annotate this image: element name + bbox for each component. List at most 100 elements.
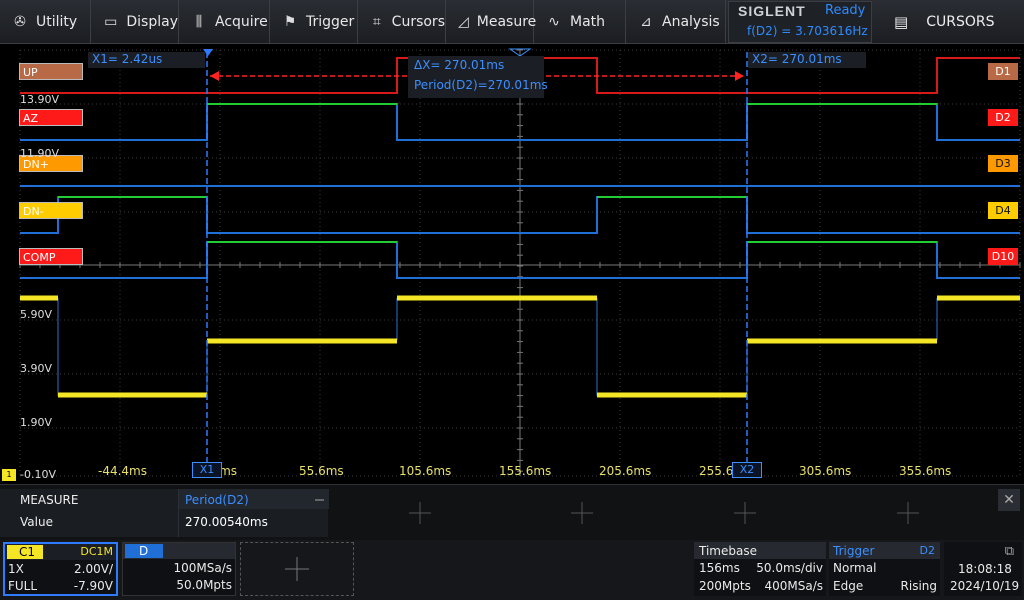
trigger-box[interactable]: Trigger D2 Normal Edge Rising	[829, 542, 940, 596]
c1-coupling: DC1M	[80, 545, 113, 558]
channel-label-dnminus[interactable]: DN-	[19, 202, 83, 219]
timebase-sample-rate: 400MSa/s	[764, 579, 823, 593]
timebase-box[interactable]: Timebase 156ms 50.0ms/div 200Mpts 400MSa…	[694, 542, 826, 596]
cursors-label: Cursors	[391, 14, 445, 30]
measure-header-box: MEASURE Value	[0, 489, 178, 537]
c1-probe: 1X	[8, 562, 24, 576]
trigger-source: D2	[919, 544, 935, 557]
channel-tag-d10[interactable]: D10	[988, 248, 1018, 265]
time-tick-5: 205.6ms	[599, 464, 652, 478]
period-readout: Period(D2)=270.01ms	[414, 78, 548, 92]
analysis-label: Analysis	[662, 14, 720, 30]
digital-rate: 100MSa/s	[173, 561, 232, 575]
c1-ground-marker-icon[interactable]: 1	[2, 469, 16, 481]
measure-header: MEASURE	[20, 493, 79, 507]
channel-tag-d4[interactable]: D4	[988, 202, 1018, 219]
measure-icon: ◿	[458, 14, 469, 30]
c1-channel-box[interactable]: C1 DC1M 1X 2.00V/ FULL -7.90V	[3, 542, 118, 596]
measure-item-period[interactable]: Period(D2) 270.00540ms	[178, 489, 329, 537]
measure-empty-slots[interactable]	[330, 489, 1020, 537]
acquire-icon: ⫼	[195, 14, 203, 30]
c1-bandwidth: FULL	[8, 579, 38, 593]
volt-label-5-90: 5.90V	[20, 308, 53, 321]
x1-axis-marker[interactable]: X1	[192, 462, 222, 478]
time-tick-4: 155.6ms	[499, 464, 552, 478]
delta-x-readout: ΔX= 270.01ms	[414, 58, 505, 72]
c1-name: C1	[7, 545, 43, 559]
time-tick-0: -44.4ms	[98, 464, 147, 478]
measure-item-title: Period(D2)	[185, 493, 249, 507]
acquire-label: Acquire	[215, 14, 268, 30]
status-bar: C1 DC1M 1X 2.00V/ FULL -7.90V D 100MSa/s…	[0, 540, 1024, 600]
channel-tag-d3[interactable]: D3	[988, 155, 1018, 172]
acquire-menu[interactable]: ⫼ Acquire	[179, 0, 270, 44]
cursors-panel-button[interactable]: ▤ CURSORS	[880, 0, 1024, 44]
volt-label-1-90: 1.90V	[20, 416, 53, 429]
measure-item-value: 270.00540ms	[185, 515, 268, 529]
x2-axis-marker[interactable]: X2	[732, 462, 762, 478]
trigger-mode: Normal	[833, 561, 877, 575]
crosshair-icon: ⌗	[372, 14, 381, 30]
trigger-slope: Rising	[900, 579, 937, 593]
volt-label-13-90: 13.90V	[20, 93, 60, 106]
cursors-menu[interactable]: ⌗ Cursors	[358, 0, 446, 44]
cursors-panel-label: CURSORS	[926, 14, 995, 30]
math-menu[interactable]: ∿ Math	[534, 0, 626, 44]
measure-menu[interactable]: ◿ Measure	[446, 0, 537, 44]
menu-bar: ✇ Utility ▭ Display ⫼ Acquire ⚑ Trigger …	[0, 0, 1024, 44]
utility-menu[interactable]: ✇ Utility	[0, 0, 91, 44]
utility-label: Utility	[36, 14, 78, 30]
flag-icon: ⚑	[283, 14, 297, 30]
minus-icon[interactable]	[315, 499, 324, 501]
time-tick-8: 355.6ms	[899, 464, 952, 478]
close-icon[interactable]: ✕	[998, 489, 1020, 511]
utility-icon: ✇	[14, 14, 26, 30]
digital-name: D	[125, 544, 163, 558]
time-tick-2: 55.6ms	[299, 464, 344, 478]
clock-time: 18:08:18	[958, 562, 1012, 576]
measure-row-label: Value	[20, 515, 53, 529]
analysis-menu[interactable]: ⊿ Analysis	[626, 0, 726, 44]
x1-readout: X1= 2.42us	[88, 52, 205, 68]
time-tick-7: 305.6ms	[799, 464, 852, 478]
trigger-menu[interactable]: ⚑ Trigger	[270, 0, 358, 44]
cursor-lines[interactable]	[203, 48, 748, 476]
timebase-title: Timebase	[699, 544, 757, 558]
plus-icon	[285, 557, 309, 581]
digital-channel-box[interactable]: D 100MSa/s 50.0Mpts	[122, 542, 236, 596]
digital-points: 50.0Mpts	[176, 578, 232, 592]
c1-scale: 2.00V/	[74, 562, 113, 576]
measure-label: Measure	[476, 14, 537, 30]
trigger-title: Trigger	[833, 544, 875, 558]
trigger-type: Edge	[833, 579, 864, 593]
add-channel-button[interactable]	[240, 542, 354, 596]
clock-date: 2024/10/19	[950, 579, 1020, 593]
time-tick-3: 105.6ms	[399, 464, 452, 478]
volt-label-neg-0-10: -0.10V	[20, 468, 56, 481]
clock-box: ⧉ 18:08:18 2024/10/19	[944, 542, 1022, 596]
channel-label-comp[interactable]: COMP	[19, 248, 83, 265]
delta-readout-box: ΔX= 270.01ms Period(D2)=270.01ms	[408, 56, 548, 98]
acquisition-status: Ready	[825, 3, 866, 18]
analysis-icon: ⊿	[640, 14, 652, 30]
channel-label-up[interactable]: UP	[19, 63, 83, 80]
display-menu[interactable]: ▭ Display	[91, 0, 179, 44]
measure-bar: MEASURE Value Period(D2) 270.00540ms ✕	[0, 484, 1024, 540]
channel-tag-d2[interactable]: D2	[988, 109, 1018, 126]
channel-tag-d1[interactable]: D1	[988, 63, 1018, 80]
math-label: Math	[570, 14, 606, 30]
timebase-memory: 200Mpts	[699, 579, 751, 593]
timebase-scale: 50.0ms/div	[756, 561, 823, 575]
waveform-area[interactable]: X1= 2.42us X2= 270.01ms ΔX= 270.01ms Per…	[0, 44, 1024, 484]
brand-name: SIGLENT	[738, 3, 806, 19]
document-icon: ▤	[894, 13, 909, 31]
x2-readout: X2= 270.01ms	[748, 52, 866, 68]
timebase-delay: 156ms	[699, 561, 740, 575]
brand-status-box: SIGLENT Ready f(D2) = 3.703616Hz	[728, 1, 872, 43]
display-label: Display	[126, 14, 178, 30]
waveform-canvas	[19, 48, 1021, 477]
channel-label-az[interactable]: AZ	[19, 109, 83, 126]
frequency-counter: f(D2) = 3.703616Hz	[747, 24, 868, 38]
volt-label-11-90: 11.90V	[20, 147, 60, 160]
math-icon: ∿	[548, 14, 560, 30]
